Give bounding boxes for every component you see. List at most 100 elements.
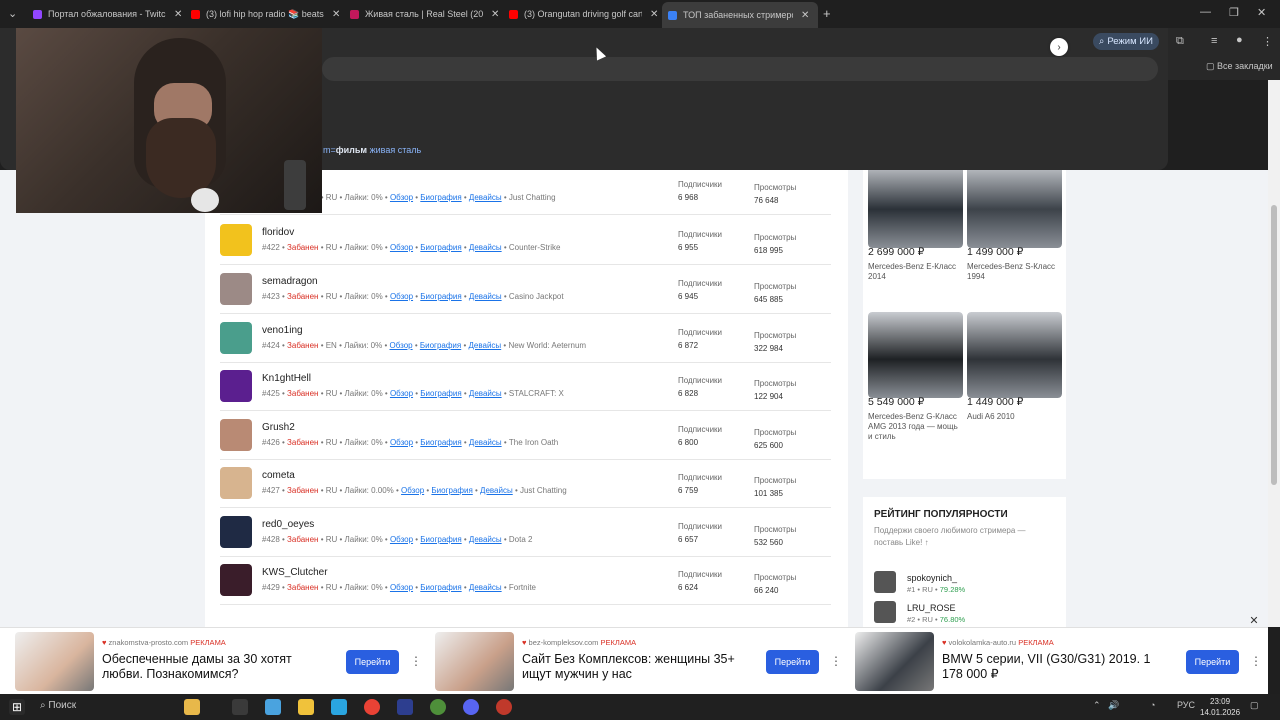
wifi-icon[interactable]: ◔ bbox=[1150, 700, 1155, 710]
chrome-active-icon[interactable] bbox=[430, 699, 446, 715]
telegram-icon[interactable] bbox=[331, 699, 347, 715]
review-link[interactable]: Обзор bbox=[390, 438, 413, 447]
car-name[interactable]: Audi A6 2010 bbox=[967, 412, 1059, 422]
ad-image[interactable] bbox=[855, 632, 934, 691]
review-link[interactable]: Обзор bbox=[390, 535, 413, 544]
ad-headline[interactable]: BMW 5 серии, VII (G30/G31) 2019. 1 178 0… bbox=[942, 652, 1172, 682]
taskbar-search[interactable]: ⌕ Поиск bbox=[40, 700, 76, 711]
tab-twitch[interactable]: Портал обжалования - Twitch ✕ bbox=[33, 4, 182, 24]
omnibox-suggestion[interactable]: m=фильм живая сталь bbox=[323, 145, 421, 155]
close-icon[interactable]: ✕ bbox=[650, 9, 658, 20]
devices-link[interactable]: Девайсы bbox=[469, 535, 502, 544]
ad-menu-icon[interactable]: ⋮ bbox=[1250, 654, 1262, 668]
ad-headline[interactable]: Обеспеченные дамы за 30 хотят любви. Поз… bbox=[102, 652, 332, 682]
avatar[interactable] bbox=[220, 224, 252, 256]
streamer-row[interactable]: floridov #422 • Забанен • RU • Лайки: 0%… bbox=[220, 216, 831, 265]
streamer-row[interactable]: Kn1ghtHell #425 • Забанен • RU • Лайки: … bbox=[220, 362, 831, 411]
speaker-icon[interactable]: 🔊 bbox=[1108, 700, 1119, 711]
streamer-nick[interactable]: veno1ing bbox=[262, 325, 303, 336]
streamer-nick[interactable]: cometa bbox=[262, 470, 295, 481]
window-close-icon[interactable]: ✕ bbox=[1257, 6, 1266, 19]
tab-top-banned[interactable]: ТОП забаненных стримеров ✕ bbox=[662, 2, 818, 28]
avatar[interactable] bbox=[220, 467, 252, 499]
tab-orangutan[interactable]: (3) Orangutan driving golf cart ✕ bbox=[509, 4, 658, 24]
ad-menu-icon[interactable]: ⋮ bbox=[830, 654, 842, 668]
language-indicator[interactable]: РУС bbox=[1177, 700, 1195, 710]
bio-link[interactable]: Биография bbox=[420, 583, 461, 592]
devices-link[interactable]: Девайсы bbox=[468, 341, 501, 350]
chevron-right-icon[interactable]: › bbox=[1050, 38, 1068, 56]
ad-go-button[interactable]: Перейти bbox=[766, 650, 819, 674]
bio-link[interactable]: Биография bbox=[420, 243, 461, 252]
devices-link[interactable]: Девайсы bbox=[469, 292, 502, 301]
ad-headline[interactable]: Сайт Без Комплексов: женщины 35+ ищут му… bbox=[522, 652, 752, 682]
rating-item[interactable]: LRU_ROSE #2 • RU • 76.80% bbox=[874, 601, 1054, 627]
avatar[interactable] bbox=[220, 273, 252, 305]
streamer-nick[interactable]: Grush2 bbox=[262, 422, 295, 433]
windows-start-icon[interactable]: ⊞ bbox=[9, 699, 25, 715]
car-card[interactable] bbox=[967, 170, 1062, 248]
review-link[interactable]: Обзор bbox=[390, 193, 413, 202]
review-link[interactable]: Обзор bbox=[390, 389, 413, 398]
car-card[interactable] bbox=[868, 170, 963, 248]
car-image[interactable] bbox=[868, 312, 963, 398]
restore-icon[interactable]: ❐ bbox=[1229, 6, 1239, 19]
streamer-row[interactable]: KWS_Clutcher #429 • Забанен • RU • Лайки… bbox=[220, 556, 831, 605]
profile-avatar[interactable]: ● bbox=[1236, 34, 1243, 46]
bio-link[interactable]: Биография bbox=[420, 438, 461, 447]
close-icon[interactable]: ✕ bbox=[332, 9, 340, 20]
ad-close-icon[interactable]: ✕ bbox=[1247, 614, 1261, 628]
chrome-icon[interactable] bbox=[364, 699, 380, 715]
all-bookmarks[interactable]: ▢ Все закладки bbox=[1206, 61, 1273, 72]
bio-link[interactable]: Биография bbox=[420, 389, 461, 398]
ad-image[interactable] bbox=[435, 632, 514, 691]
bio-link[interactable]: Биография bbox=[420, 341, 461, 350]
address-bar[interactable] bbox=[322, 57, 1158, 81]
streamer-row[interactable]: veno1ing #424 • Забанен • EN • Лайки: 0%… bbox=[220, 314, 831, 363]
rating-item[interactable]: spokoynich_ #1 • RU • 79.28% bbox=[874, 571, 1054, 597]
car-image[interactable] bbox=[967, 170, 1062, 248]
ad-go-button[interactable]: Перейти bbox=[346, 650, 399, 674]
streamer-row[interactable]: cometa #427 • Забанен • RU • Лайки: 0.00… bbox=[220, 459, 831, 508]
bio-link[interactable]: Биография bbox=[420, 193, 461, 202]
review-link[interactable]: Обзор bbox=[390, 292, 413, 301]
discord-icon[interactable] bbox=[463, 699, 479, 715]
review-link[interactable]: Обзор bbox=[401, 486, 424, 495]
avatar[interactable] bbox=[220, 322, 252, 354]
media-icon[interactable]: ≡ bbox=[1211, 35, 1217, 47]
devices-link[interactable]: Девайсы bbox=[469, 583, 502, 592]
review-link[interactable]: Обзор bbox=[390, 243, 413, 252]
car-name[interactable]: Mercedes-Benz G-Класс AMG 2013 года — мо… bbox=[868, 412, 960, 442]
devices-link[interactable]: Девайсы bbox=[469, 389, 502, 398]
ad-go-button[interactable]: Перейти bbox=[1186, 650, 1239, 674]
app-icon[interactable] bbox=[397, 699, 413, 715]
devices-link[interactable]: Девайсы bbox=[469, 438, 502, 447]
ad-menu-icon[interactable]: ⋮ bbox=[410, 654, 422, 668]
ai-mode-button[interactable]: ⌕ Режим ИИ bbox=[1093, 33, 1159, 50]
scrollbar[interactable] bbox=[1268, 80, 1280, 627]
bio-link[interactable]: Биография bbox=[431, 486, 472, 495]
minimize-icon[interactable]: — bbox=[1200, 6, 1211, 18]
clock[interactable]: 23:09 14.01.2026 bbox=[1200, 696, 1240, 718]
devices-link[interactable]: Девайсы bbox=[469, 243, 502, 252]
notifications-icon[interactable]: ▢ bbox=[1250, 700, 1259, 711]
streamer-row[interactable]: semadragon #423 • Забанен • RU • Лайки: … bbox=[220, 265, 831, 314]
car-image[interactable] bbox=[967, 312, 1062, 398]
tray-chevron-icon[interactable]: ⌃ bbox=[1093, 700, 1101, 711]
ad-image[interactable] bbox=[15, 632, 94, 691]
streamer-nick[interactable]: KWS_Clutcher bbox=[262, 567, 328, 578]
car-name[interactable]: Mercedes-Benz S-Класс 1994 bbox=[967, 262, 1059, 282]
new-tab-icon[interactable]: + bbox=[823, 6, 831, 21]
avatar[interactable] bbox=[220, 516, 252, 548]
streamer-nick[interactable]: semadragon bbox=[262, 276, 318, 287]
ad-card[interactable]: ♥ bez-kompleksov.com РЕКЛАМА Сайт Без Ко… bbox=[435, 632, 842, 692]
folder-icon[interactable] bbox=[298, 699, 314, 715]
car-name[interactable]: Mercedes-Benz E-Класс 2014 bbox=[868, 262, 960, 282]
streamer-nick[interactable]: floridov bbox=[262, 227, 294, 238]
task-view-icon[interactable] bbox=[232, 699, 248, 715]
review-link[interactable]: Обзор bbox=[390, 341, 413, 350]
tab-search-icon[interactable]: ⌄ bbox=[8, 7, 17, 20]
extensions-icon[interactable]: ⧉ bbox=[1176, 35, 1184, 48]
close-icon[interactable]: ✕ bbox=[174, 9, 182, 20]
tab-real-steel[interactable]: Живая сталь | Real Steel (2011) ✕ bbox=[350, 4, 499, 24]
